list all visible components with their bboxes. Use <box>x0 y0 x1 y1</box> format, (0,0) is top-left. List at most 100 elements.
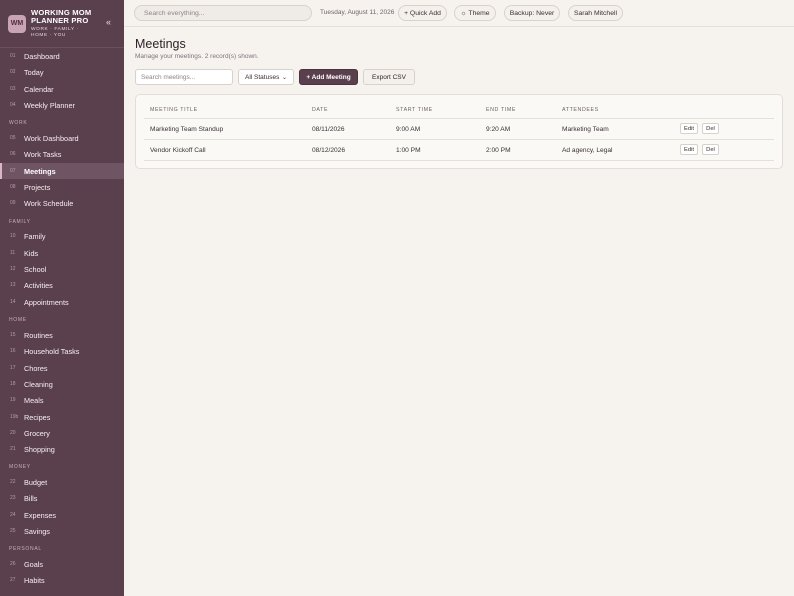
column-header-date: DATE <box>312 107 329 113</box>
cell-title: Marketing Team Standup <box>150 126 224 133</box>
nav-label: Work Schedule <box>24 198 74 208</box>
sidebar-item-work-tasks[interactable]: 06 Work Tasks <box>0 146 124 162</box>
cell-date: 08/11/2026 <box>312 126 345 133</box>
nav-label: Projects <box>24 182 51 192</box>
sidebar-item-activities[interactable]: 13 Activities <box>0 277 124 293</box>
section-work: WORK <box>9 120 28 126</box>
chevron-down-icon: ⌄ <box>281 74 287 81</box>
sidebar-item-kids[interactable]: 11 Kids <box>0 245 124 261</box>
export-csv-button[interactable]: Export CSV <box>363 69 415 85</box>
sidebar-item-recipes[interactable]: 19b Recipes <box>0 409 124 425</box>
column-header-start-time: START TIME <box>396 107 433 113</box>
sidebar-item-work-dashboard[interactable]: 05 Work Dashboard <box>0 130 124 146</box>
sidebar-item-weekly-planner[interactable]: 04 Weekly Planner <box>0 97 124 113</box>
cell-end: 9:20 AM <box>486 126 511 133</box>
sidebar-item-routines[interactable]: 15 Routines <box>0 327 124 343</box>
delete-button[interactable]: Del <box>702 144 719 155</box>
header-divider <box>144 118 774 119</box>
cell-date: 08/12/2026 <box>312 147 346 154</box>
nav-label: Dashboard <box>24 51 60 61</box>
cell-start: 1:00 PM <box>396 147 421 154</box>
nav-label: Family <box>24 231 46 241</box>
section-home: HOME <box>9 317 27 323</box>
page-subtitle: Manage your meetings. 2 record(s) shown. <box>135 53 259 60</box>
sidebar-item-shopping[interactable]: 21 Shopping <box>0 441 124 457</box>
cell-end: 2:00 PM <box>486 147 511 154</box>
nav-label: Meetings <box>24 166 56 176</box>
cell-attendees: Ad agency, Legal <box>562 147 613 154</box>
cell-start: 9:00 AM <box>396 126 421 133</box>
app-logo: WM <box>8 14 26 33</box>
nav-label: Weekly Planner <box>24 100 75 110</box>
sidebar-item-grocery[interactable]: 20 Grocery <box>0 425 124 441</box>
sidebar-item-projects[interactable]: 08 Projects <box>0 179 124 195</box>
sidebar-item-work-schedule[interactable]: 09 Work Schedule <box>0 195 124 211</box>
status-filter-select[interactable]: All Statuses ⌄ <box>238 69 294 85</box>
nav-label: School <box>24 264 47 274</box>
sidebar-item-meetings[interactable]: 07 Meetings <box>0 163 124 179</box>
add-meeting-button[interactable]: + Add Meeting <box>299 69 358 85</box>
delete-button[interactable]: Del <box>702 123 719 134</box>
row-divider <box>144 139 774 140</box>
meetings-search-input[interactable]: Search meetings... <box>135 69 233 85</box>
app-title-line2: PLANNER PRO <box>31 16 89 25</box>
status-filter-value: All Statuses <box>245 73 280 81</box>
nav-label: Work Dashboard <box>24 133 79 143</box>
nav-label: Expenses <box>24 510 57 520</box>
row-divider <box>144 160 774 161</box>
app-subtitle-line1: WORK · FAMILY · <box>31 26 79 32</box>
quick-add-button[interactable]: + Quick Add <box>398 5 447 21</box>
collapse-sidebar-icon[interactable]: « <box>106 17 111 27</box>
sidebar-item-school[interactable]: 12 School <box>0 261 124 277</box>
sidebar-item-today[interactable]: 02 Today <box>0 64 124 80</box>
nav-label: Work Tasks <box>24 149 62 159</box>
nav-label: Routines <box>24 330 53 340</box>
meetings-table: MEETING TITLE DATE START TIME END TIME A… <box>135 94 783 169</box>
nav-label: Appointments <box>24 297 69 307</box>
nav-label: Recipes <box>24 412 51 422</box>
sidebar-item-savings[interactable]: 25 Savings <box>0 523 124 539</box>
sidebar-item-budget[interactable]: 22 Budget <box>0 474 124 490</box>
sidebar-item-calendar[interactable]: 03 Calendar <box>0 81 124 97</box>
nav-label: Budget <box>24 477 48 487</box>
global-search-input[interactable]: Search everything... <box>134 5 312 21</box>
nav-label: Goals <box>24 559 44 569</box>
section-personal: PERSONAL <box>9 546 42 552</box>
page-title: Meetings <box>135 37 186 51</box>
edit-button[interactable]: Edit <box>680 123 698 134</box>
user-menu-button[interactable]: Sarah Mitchell <box>568 5 623 21</box>
sidebar-item-appointments[interactable]: 14 Appointments <box>0 294 124 310</box>
nav-label: Bills <box>24 493 38 503</box>
nav-label: Today <box>24 67 44 77</box>
nav-label: Grocery <box>24 428 50 438</box>
nav-label: Savings <box>24 526 50 536</box>
column-header-attendees: ATTENDEES <box>562 107 599 113</box>
sidebar-item-habits[interactable]: 27 Habits <box>0 572 124 588</box>
sidebar-item-dashboard[interactable]: 01 Dashboard <box>0 48 124 64</box>
current-date: Tuesday, August 11, 2026 <box>320 9 395 16</box>
sidebar-item-cleaning[interactable]: 18 Cleaning <box>0 376 124 392</box>
cell-title: Vendor Kickoff Call <box>150 147 206 154</box>
nav-label: Cleaning <box>24 379 53 389</box>
nav-label: Kids <box>24 248 39 258</box>
sidebar-item-expenses[interactable]: 24 Expenses <box>0 507 124 523</box>
sidebar-item-meals[interactable]: 19 Meals <box>0 392 124 408</box>
nav-label: Shopping <box>24 444 55 454</box>
sidebar-item-chores[interactable]: 17 Chores <box>0 360 124 376</box>
nav-label: Activities <box>24 280 53 290</box>
column-header-end-time: END TIME <box>486 107 517 113</box>
section-money: MONEY <box>9 464 31 470</box>
sidebar-item-bills[interactable]: 23 Bills <box>0 490 124 506</box>
sidebar-item-household-tasks[interactable]: 16 Household Tasks <box>0 343 124 359</box>
app-subtitle-line2: HOME · YOU <box>31 33 66 38</box>
sidebar-item-goals[interactable]: 26 Goals <box>0 556 124 572</box>
nav-label: Household Tasks <box>24 346 80 356</box>
column-header-title: MEETING TITLE <box>150 107 198 113</box>
nav-label: Habits <box>24 575 45 585</box>
theme-button[interactable]: ☼ Theme <box>454 5 496 21</box>
sidebar: WM WORKING MOM PLANNER PRO WORK · FAMILY… <box>0 0 124 596</box>
section-family: FAMILY <box>9 219 31 225</box>
backup-status-button[interactable]: Backup: Never <box>504 5 560 21</box>
edit-button[interactable]: Edit <box>680 144 698 155</box>
sidebar-item-family[interactable]: 10 Family <box>0 228 124 244</box>
